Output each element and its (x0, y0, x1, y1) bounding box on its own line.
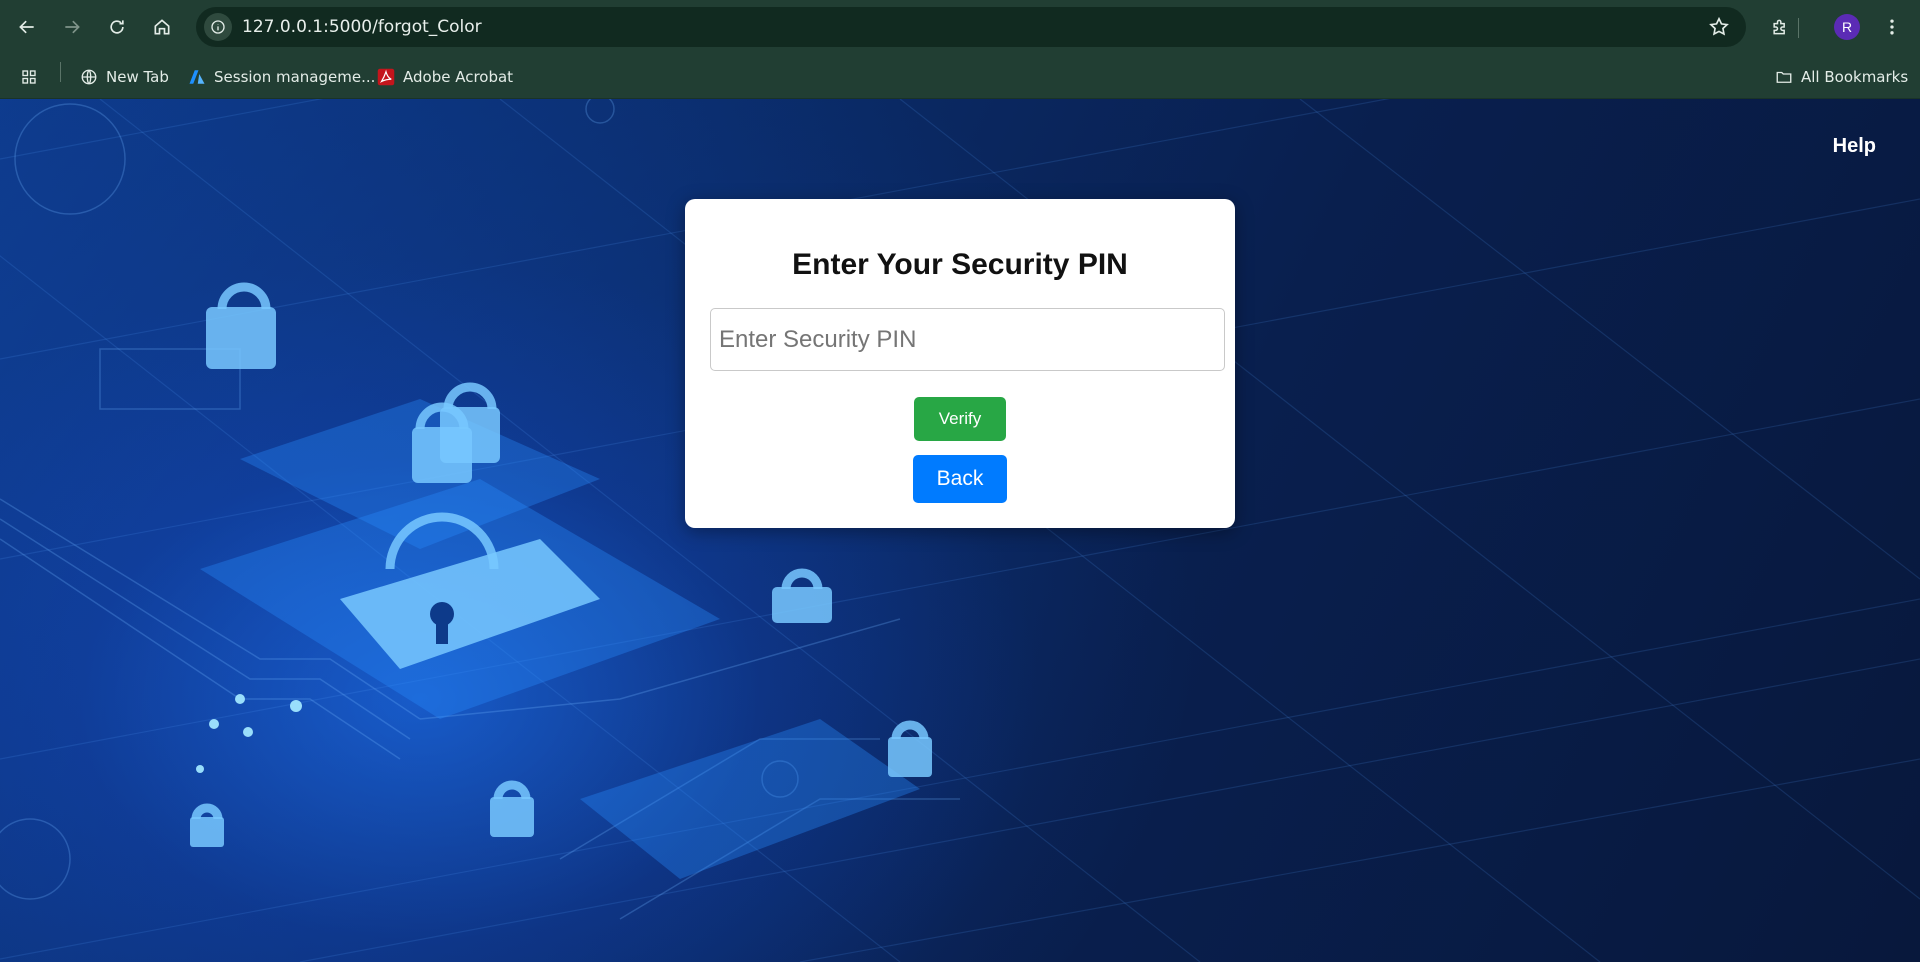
bookmark-star-icon[interactable] (1708, 16, 1730, 38)
url-text[interactable]: 127.0.0.1:5000/forgot_Color (242, 17, 482, 37)
acrobat-icon (377, 68, 395, 86)
bookmarks-bar: New Tab Session manageme... Adobe Acroba… (0, 54, 1920, 99)
folder-icon (1776, 71, 1792, 83)
page-title: Enter Your Security PIN (792, 248, 1128, 281)
bookmark-session-management[interactable]: Session manageme... (188, 64, 375, 90)
security-pin-card: Enter Your Security PIN Verify Back (685, 199, 1235, 528)
security-pin-input[interactable] (710, 308, 1225, 371)
apps-grid-icon[interactable] (20, 64, 38, 90)
all-bookmarks[interactable]: All Bookmarks (1775, 64, 1908, 90)
reload-icon[interactable] (99, 9, 135, 45)
site-info-icon[interactable] (204, 13, 232, 41)
back-button[interactable]: Back (913, 455, 1007, 503)
extensions-icon[interactable] (1762, 9, 1798, 45)
help-link[interactable]: Help (1833, 135, 1876, 158)
bookmark-new-tab[interactable]: New Tab (80, 64, 169, 90)
home-icon[interactable] (144, 9, 180, 45)
azure-icon (189, 70, 205, 84)
toolbar-divider (1798, 18, 1799, 38)
profile-initial: R (1841, 19, 1853, 35)
bookmark-label: Adobe Acrobat (403, 68, 514, 86)
profile-avatar[interactable]: R (1834, 14, 1860, 40)
verify-button[interactable]: Verify (914, 397, 1006, 441)
bookmark-label: Session manageme... (214, 68, 376, 86)
bookmark-adobe-acrobat[interactable]: Adobe Acrobat (377, 64, 513, 90)
browser-toolbar: 127.0.0.1:5000/forgot_Color R (0, 0, 1920, 54)
menu-kebab-icon[interactable] (1874, 9, 1910, 45)
globe-icon (81, 69, 97, 85)
bookmarks-divider (60, 62, 61, 82)
back-arrow-icon[interactable] (9, 9, 45, 45)
page-background: Help Enter Your Security PIN Verify Back (0, 99, 1920, 962)
all-bookmarks-label: All Bookmarks (1801, 68, 1909, 86)
forward-arrow-icon[interactable] (54, 9, 90, 45)
address-bar[interactable]: 127.0.0.1:5000/forgot_Color (196, 7, 1746, 47)
bookmark-label: New Tab (106, 68, 169, 86)
